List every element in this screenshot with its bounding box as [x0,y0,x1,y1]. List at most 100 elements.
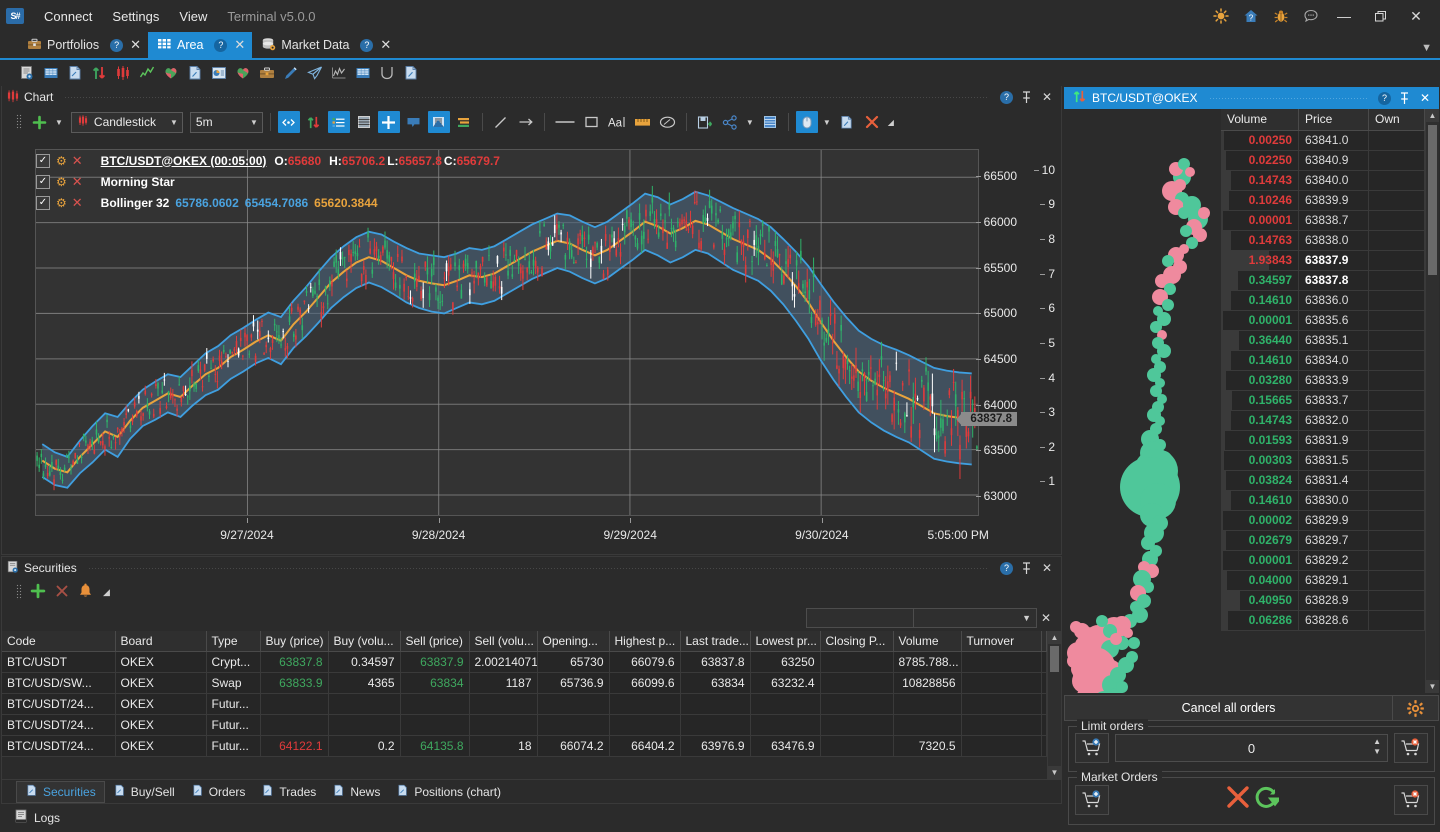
export-icon[interactable] [836,111,858,133]
cart-remove-icon[interactable] [1394,733,1428,763]
order-book-row[interactable]: 0.1461063830.0 [1221,491,1425,511]
menu-view[interactable]: View [169,5,217,28]
legend-visible-checkbox[interactable]: ✓ [36,175,50,189]
order-book-row[interactable]: 0.0628663828.6 [1221,611,1425,631]
cart-remove-icon[interactable] [1394,785,1428,815]
chart-type-select[interactable]: Candlestick ▼ [71,112,183,133]
order-book-row[interactable]: 0.0000163838.7 [1221,211,1425,231]
bottom-tab-securities[interactable]: Securities [16,781,105,803]
toolbar-grip[interactable] [16,584,22,600]
grid-icon[interactable] [759,111,781,133]
window-close-button[interactable]: ✕ [1398,3,1434,29]
home-help-icon[interactable]: ? [1236,3,1266,29]
add-indicator-button[interactable] [28,111,50,133]
column-header[interactable]: Highest p... [609,631,680,652]
chart-line-icon[interactable] [136,62,158,84]
close-icon[interactable]: ✕ [1039,560,1055,576]
legend-series-name[interactable]: BTC/USDT@OKEX (00:05:00) [101,154,267,168]
tab-market-data[interactable]: Market Data ? ✕ [252,32,398,58]
order-book-row[interactable]: 0.3644063835.1 [1221,331,1425,351]
price-axis[interactable]: 6300063500640006450065000655006600066500… [977,149,1017,516]
order-arrows-icon[interactable] [303,111,325,133]
close-icon[interactable]: ✕ [130,37,141,53]
order-book-row[interactable]: 0.0000163835.6 [1221,311,1425,331]
mouse-chevron-down-icon[interactable]: ▼ [821,118,833,127]
legend-series-name[interactable]: Bollinger 32 [101,196,170,210]
scrollbar-thumb[interactable] [1050,646,1059,672]
levels-icon[interactable] [428,111,450,133]
chevron-down-icon[interactable]: ▼ [250,118,258,127]
order-book-row[interactable]: 0.0328063833.9 [1221,371,1425,391]
limit-order-volume-stepper[interactable]: 0 ▲ ▼ [1115,734,1388,762]
column-header[interactable]: Buy (volu... [328,631,400,652]
legend-series-name[interactable]: Morning Star [101,175,175,189]
document-icon[interactable] [64,62,86,84]
bug-icon[interactable] [1266,3,1296,29]
overflow-icon[interactable]: ◢ [103,587,110,598]
overflow-icon[interactable]: ◢ [886,118,896,127]
ellipse-icon[interactable] [657,111,679,133]
column-header[interactable]: Sell (volu... [469,631,537,652]
column-header[interactable]: Buy (price) [260,631,328,652]
order-book-row[interactable]: 0.1476363838.0 [1221,231,1425,251]
order-book-row[interactable]: 0.1461063834.0 [1221,351,1425,371]
order-book-row[interactable]: 0.1474363840.0 [1221,171,1425,191]
column-header[interactable]: Code [2,631,115,652]
order-book-row[interactable]: 0.0225063840.9 [1221,151,1425,171]
help-icon[interactable]: ? [1000,91,1013,104]
chart-canvas[interactable]: ✓ ⚙ ✕ BTC/USDT@OKEX (00:05:00) O:65680 H… [2,136,1061,554]
order-book-row[interactable]: 0.0030363831.5 [1221,451,1425,471]
cart-add-icon[interactable] [1075,785,1109,815]
gear-icon[interactable] [1393,695,1439,721]
securities-filter-select[interactable]: ▼ [914,608,1037,628]
order-book-depth-bubbles[interactable] [1064,109,1221,693]
trendline-icon[interactable] [490,111,512,133]
gear-icon[interactable]: ⚙ [56,175,67,189]
help-icon[interactable]: ? [360,39,373,52]
bottom-tab-buy-sell[interactable]: Buy/Sell [105,781,183,803]
securities-filter-input[interactable] [806,608,914,628]
close-icon[interactable]: ✕ [380,37,391,53]
trades-icon[interactable] [160,62,182,84]
cancel-all-orders-button[interactable]: Cancel all orders [1064,695,1393,721]
clear-filter-icon[interactable]: ✕ [1037,611,1055,625]
refresh-icon[interactable] [1253,784,1279,816]
table-row[interactable]: BTC/USD/SW...OKEXSwap63833.9436563834118… [2,673,1047,694]
bottom-tab-news[interactable]: News [324,781,388,803]
chevron-down-icon[interactable]: ▼ [170,118,178,127]
close-icon[interactable]: ✕ [72,153,83,169]
pin-icon[interactable] [1018,89,1034,105]
close-icon[interactable]: ✕ [234,37,245,53]
order-book-row[interactable]: 0.1566563833.7 [1221,391,1425,411]
pin-icon[interactable] [1396,90,1412,106]
rect-icon[interactable] [581,111,603,133]
gear-icon[interactable]: ⚙ [56,196,67,210]
order-book-row[interactable]: 0.0025063841.0 [1221,131,1425,151]
column-header[interactable]: Lowest pr... [750,631,820,652]
spread-icon[interactable] [278,111,300,133]
table-row[interactable]: BTC/USDT/24...OKEXFutur... [2,694,1047,715]
order-book-row[interactable]: 0.4095063828.9 [1221,591,1425,611]
candles-icon[interactable] [112,62,134,84]
stepper-up-icon[interactable]: ▲ [1373,738,1381,746]
pencil-icon[interactable] [280,62,302,84]
help-icon[interactable]: ? [214,39,227,52]
stepper-arrows[interactable]: ▲ ▼ [1373,738,1381,756]
trades2-icon[interactable] [232,62,254,84]
cart-add-icon[interactable] [1075,733,1109,763]
text-icon[interactable]: Aa [606,111,629,133]
legend-visible-checkbox[interactable]: ✓ [36,196,50,210]
order-book-row[interactable]: 0.0382463831.4 [1221,471,1425,491]
orders-icon[interactable] [453,111,475,133]
scroll-down-icon[interactable]: ▼ [1048,766,1061,779]
x-icon[interactable] [1225,784,1251,816]
close-icon[interactable]: ✕ [1039,89,1055,105]
table-row[interactable]: BTC/USDT/24...OKEXFutur...64122.10.26413… [2,736,1047,757]
volume-axis[interactable]: 12345678910 [1021,149,1055,516]
document2-icon[interactable] [184,62,206,84]
save-icon[interactable] [694,111,716,133]
help-icon[interactable]: ? [1000,562,1013,575]
mouse-icon[interactable] [796,111,818,133]
market-depth-icon[interactable] [40,62,62,84]
bottom-tab-orders[interactable]: Orders [183,781,254,803]
